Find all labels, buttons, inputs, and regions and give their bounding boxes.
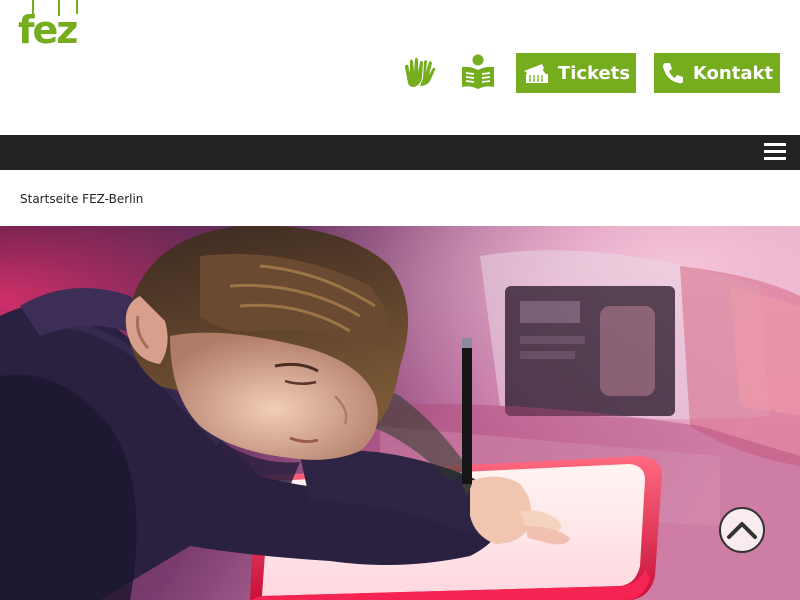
phone-icon [662, 63, 683, 84]
hero-image [0, 226, 800, 600]
chevron-up-icon [727, 522, 757, 539]
logo-text: fez [18, 8, 78, 52]
scroll-to-top-button[interactable] [719, 507, 765, 553]
hamburger-icon[interactable] [764, 143, 786, 161]
tickets-label: Tickets [557, 62, 631, 84]
fez-logo[interactable]: fez [18, 0, 90, 56]
contact-label: Kontakt [692, 62, 774, 84]
easy-reading-icon[interactable] [458, 52, 498, 92]
page: fez Tickets Kontakt Startseite FEZ-Berli… [0, 0, 800, 600]
main-navigation [0, 135, 800, 170]
breadcrumb-current: Startseite FEZ-Berlin [20, 192, 144, 206]
breadcrumb: Startseite FEZ-Berlin [20, 192, 143, 206]
site-header: fez Tickets Kontakt [0, 0, 800, 135]
contact-button[interactable]: Kontakt [654, 53, 780, 93]
sign-language-icon[interactable] [399, 52, 439, 92]
tickets-button[interactable]: Tickets [516, 53, 636, 93]
ticket-icon [523, 64, 548, 83]
